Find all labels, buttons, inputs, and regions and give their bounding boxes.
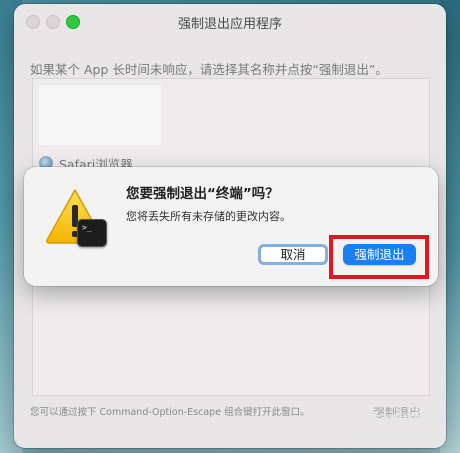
- watermark-brand: Baidu经验: [368, 410, 441, 426]
- watermark-site: jingyan.baidu.com: [354, 429, 447, 440]
- baidu-watermark: Baidu经验 jingyan.baidu.com: [354, 407, 450, 447]
- warning-icon: >_: [44, 187, 108, 247]
- terminal-icon: >_: [77, 219, 107, 247]
- title-bar: 强制退出应用程序: [14, 4, 446, 36]
- window-title: 强制退出应用程序: [177, 17, 282, 32]
- instruction-text: 如果某个 App 长时间未响应，请选择其名称并点按“强制退出”。: [30, 62, 388, 77]
- highlight-annotation: [329, 235, 429, 279]
- cancel-button[interactable]: 取消: [258, 244, 328, 265]
- app-thumbnail: [39, 85, 161, 145]
- shortcut-hint: 您可以通过按下 Command-Option-Escape 组合键打开此窗口。: [30, 407, 310, 418]
- dialog-title: 您要强制退出“终端”吗？: [126, 186, 279, 202]
- terminal-prompt: >_: [82, 223, 92, 232]
- dialog-message: 您将丢失所有未存储的更改内容。: [126, 210, 291, 223]
